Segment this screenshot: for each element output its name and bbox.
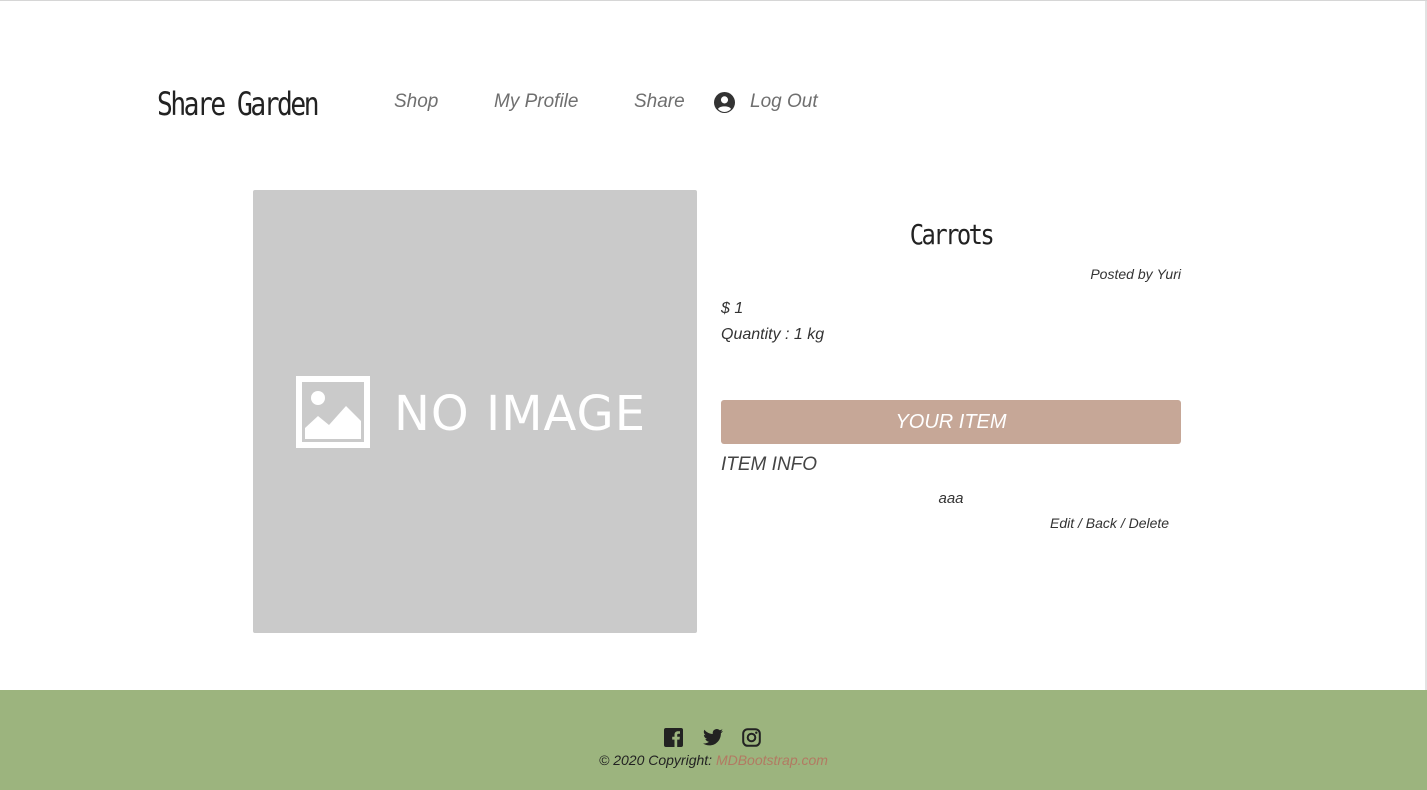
item-info-heading: ITEM INFO [721,454,818,475]
separator: / [1078,515,1086,531]
delete-link[interactable]: Delete [1129,515,1169,531]
nav-share[interactable]: Share [634,91,685,113]
nav-shop[interactable]: Shop [394,91,438,113]
copyright-text: © 2020 Copyright: [599,752,713,768]
posted-by-user: Yuri [1156,266,1181,282]
separator: / [1120,515,1129,531]
item-price: $ 1 [721,300,744,317]
item-image-placeholder: NO IMAGE [253,190,697,633]
copyright: © 2020 Copyright: MDBootstrap.com [0,752,1427,768]
item-quantity: Quantity : 1 kg [721,326,825,343]
facebook-icon[interactable] [664,728,683,747]
page: Share Garden Shop My Profile Share Log O… [0,0,1427,790]
nav-my-profile[interactable]: My Profile [494,91,578,113]
image-icon [296,376,370,452]
nav-logout[interactable]: Log Out [714,91,818,113]
posted-by: Posted by Yuri [721,266,1181,282]
instagram-icon[interactable] [742,728,761,747]
social-links [664,728,781,747]
item-title: Carrots [909,218,995,251]
footer: © 2020 Copyright: MDBootstrap.com [0,690,1427,790]
mdbootstrap-link[interactable]: MDBootstrap.com [716,752,828,768]
user-circle-icon [714,91,735,113]
item-actions: Edit / Back / Delete [1050,515,1169,531]
posted-by-label: Posted by [1090,266,1153,282]
twitter-icon[interactable] [703,728,723,747]
no-image-label: NO IMAGE [394,386,647,442]
item-details: Carrots Posted by Yuri $ 1 Quantity : 1 k… [721,206,1181,507]
edit-link[interactable]: Edit [1050,515,1074,531]
back-link[interactable]: Back [1086,515,1117,531]
brand-logo[interactable]: Share Garden [157,85,320,123]
item-description: aaa [938,490,964,507]
nav-logout-label: Log Out [750,91,818,112]
your-item-button[interactable]: YOUR ITEM [721,400,1181,444]
